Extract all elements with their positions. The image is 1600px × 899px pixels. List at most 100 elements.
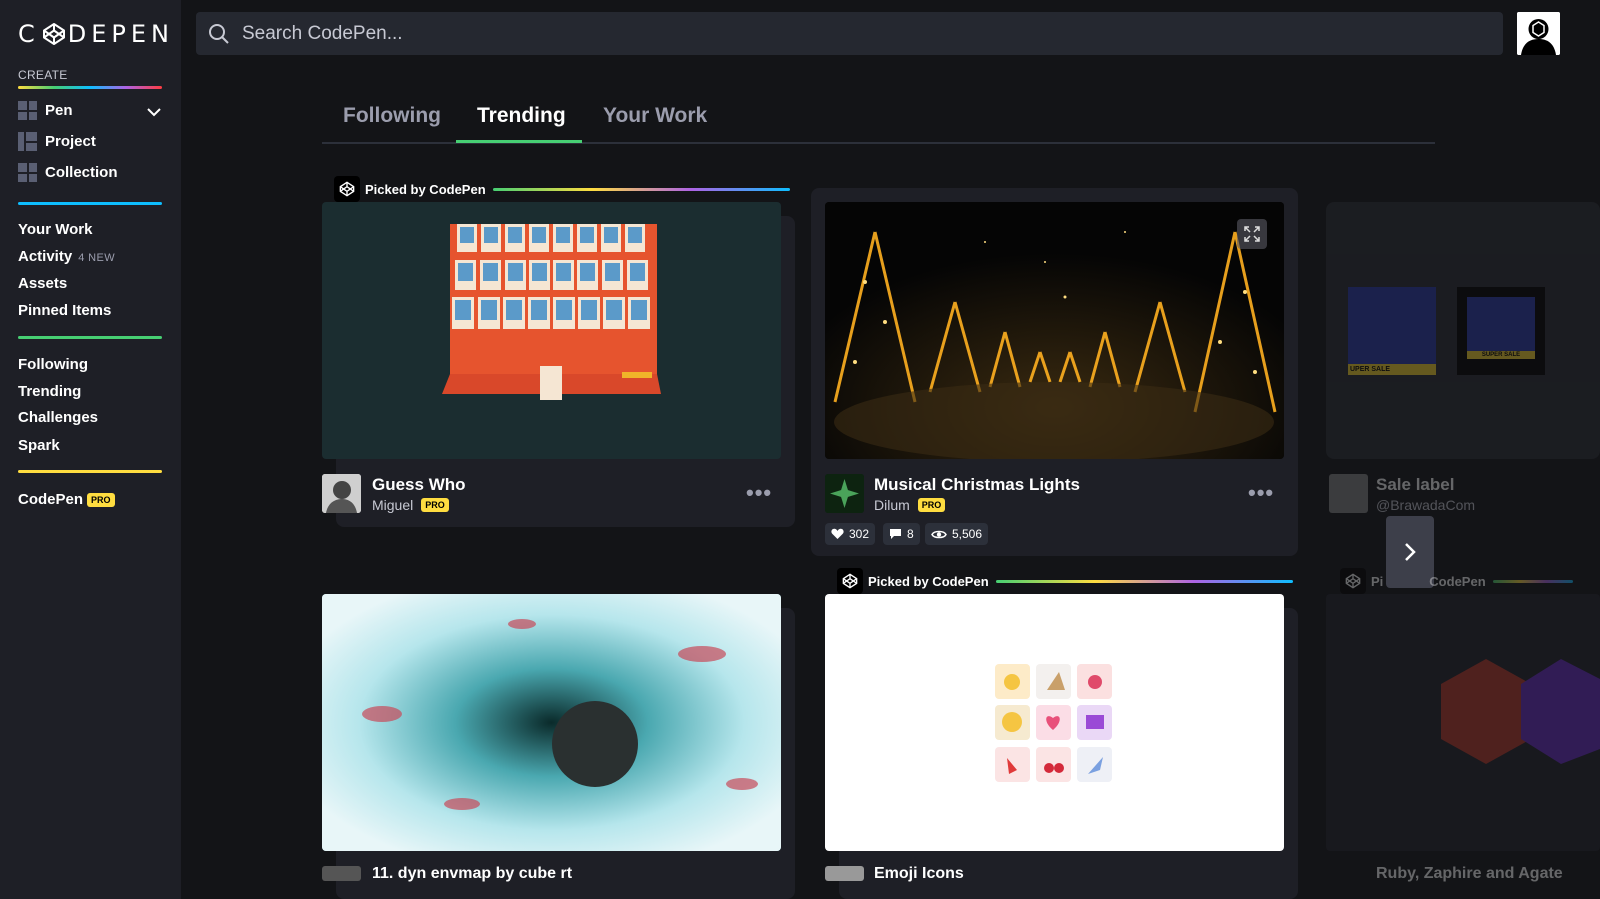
- expand-icon: [1244, 226, 1260, 242]
- sidebar-item-codepen-pro[interactable]: CodePen PRO: [18, 491, 115, 508]
- create-collection-label: Collection: [45, 164, 118, 181]
- card-preview-christmas-lights[interactable]: [825, 202, 1284, 459]
- tab-your-work[interactable]: Your Work: [603, 104, 707, 128]
- sale-preview-label-2: SUPER SALE: [1467, 351, 1535, 359]
- create-separator: [18, 86, 162, 89]
- sidebar-item-challenges[interactable]: Challenges: [18, 409, 98, 426]
- avatar[interactable]: [825, 866, 864, 881]
- collection-grid-icon: [18, 163, 37, 182]
- picked-gradient-line: [995, 579, 1293, 583]
- sale-preview-label-1: UPER SALE: [1348, 364, 1436, 375]
- avatar[interactable]: [322, 474, 361, 513]
- pro-badge: PRO: [421, 498, 449, 512]
- user-avatar-miguel-icon: [322, 474, 361, 513]
- card-preview-emoji-icons[interactable]: [825, 594, 1284, 851]
- card-preview-envmap[interactable]: [322, 594, 781, 851]
- card-title-emoji-icons[interactable]: Emoji Icons: [874, 865, 964, 883]
- pen-grid-icon: [18, 101, 37, 120]
- likes-count: 302: [849, 527, 870, 541]
- search-icon: [209, 23, 229, 44]
- create-project-label: Project: [45, 133, 96, 150]
- codepen-logo[interactable]: C DEPEN: [18, 20, 174, 48]
- active-tab-indicator: [456, 140, 582, 143]
- codepen-hex-icon: [42, 23, 65, 45]
- avatar[interactable]: [1329, 474, 1368, 513]
- expand-button[interactable]: [1237, 219, 1267, 249]
- envmap-tunnel-image: [322, 594, 781, 851]
- avatar[interactable]: [825, 474, 864, 513]
- card-title-guess-who[interactable]: Guess Who: [372, 475, 466, 495]
- card-title-sale-label[interactable]: Sale label: [1376, 475, 1454, 495]
- separator-green: [18, 336, 162, 339]
- comment-icon: [890, 529, 901, 539]
- gems-image: [1441, 659, 1600, 764]
- search-bar[interactable]: [196, 12, 1503, 55]
- user-avatar[interactable]: [1517, 12, 1560, 55]
- tab-following[interactable]: Following: [343, 104, 441, 128]
- views-button[interactable]: 5,506: [925, 523, 989, 545]
- sidebar-item-your-work[interactable]: Your Work: [18, 221, 92, 238]
- create-pen-button[interactable]: Pen: [18, 101, 73, 120]
- sidebar-item-assets[interactable]: Assets: [18, 275, 67, 292]
- picked-label-tail: CodePen: [1429, 573, 1486, 589]
- card-user-brawada[interactable]: @BrawadaCom: [1376, 497, 1475, 513]
- tabs-bar: Following Trending Your Work: [322, 96, 1435, 144]
- pro-badge: PRO: [917, 498, 946, 512]
- codepen-hex-icon: [1340, 568, 1366, 594]
- card-user-dilum[interactable]: Dilum PRO: [874, 497, 946, 513]
- guess-who-board-image: [442, 224, 661, 400]
- picked-label: Picked by CodePen: [365, 181, 486, 197]
- eye-icon: [931, 530, 947, 538]
- project-grid-icon: [18, 132, 37, 151]
- chevron-right-icon: [1405, 543, 1416, 561]
- sale-preview-inner: [1467, 297, 1535, 357]
- picked-label-partial: Pi: [1371, 573, 1384, 589]
- create-project-button[interactable]: Project: [18, 132, 96, 151]
- sidebar-item-pinned-items[interactable]: Pinned Items: [18, 302, 111, 319]
- card-preview-guess-who[interactable]: [322, 202, 781, 459]
- create-label: CREATE: [18, 68, 68, 82]
- sale-preview-block-2: SUPER SALE: [1457, 287, 1545, 375]
- sidebar-item-spark[interactable]: Spark: [18, 437, 60, 454]
- like-button[interactable]: 302: [825, 523, 876, 545]
- comments-button[interactable]: 8: [883, 523, 920, 545]
- heart-icon: [831, 528, 844, 539]
- avatar[interactable]: [322, 866, 361, 881]
- separator-blue: [18, 202, 162, 205]
- sidebar-item-following[interactable]: Following: [18, 356, 88, 373]
- pro-badge: PRO: [87, 493, 115, 508]
- tab-trending[interactable]: Trending: [477, 104, 566, 128]
- sidebar-item-activity[interactable]: Activity 4 NEW: [18, 248, 115, 265]
- search-input[interactable]: [242, 22, 1442, 45]
- sidebar: C DEPEN CREATE Pen Project Collection Yo…: [0, 0, 181, 899]
- picked-by-codepen-badge: Picked by CodePen: [334, 176, 790, 202]
- card-user-miguel[interactable]: Miguel PRO: [372, 497, 449, 513]
- sidebar-item-trending[interactable]: Trending: [18, 383, 81, 400]
- activity-new-badge: 4 NEW: [78, 252, 116, 264]
- picked-by-codepen-badge-partial: Pi CodePen: [1340, 568, 1573, 594]
- picked-label: Picked by CodePen: [868, 573, 989, 589]
- views-count: 5,506: [952, 527, 983, 541]
- more-options-icon[interactable]: •••: [746, 480, 772, 506]
- christmas-trees-image: [825, 202, 1284, 459]
- card-title-ruby-zaphire[interactable]: Ruby, Zaphire and Agate: [1376, 865, 1563, 883]
- create-pen-label: Pen: [45, 102, 73, 119]
- comments-count: 8: [907, 527, 914, 541]
- card-user-name: Miguel: [372, 497, 414, 513]
- user-avatar-dilum-icon: [825, 474, 864, 513]
- separator-yellow: [18, 470, 162, 473]
- create-collection-button[interactable]: Collection: [18, 163, 118, 182]
- card-title-envmap[interactable]: 11. dyn envmap by cube rt: [372, 865, 572, 883]
- codepen-hex-icon: [837, 568, 863, 594]
- more-options-icon[interactable]: •••: [1248, 480, 1274, 506]
- picked-gradient-line: [1492, 579, 1573, 583]
- sale-preview-block-1: UPER SALE: [1348, 287, 1436, 375]
- emoji-grid-image: [995, 664, 1112, 782]
- card-preview-sale-label[interactable]: UPER SALE SUPER SALE: [1326, 202, 1600, 459]
- user-avatar-icon: [1517, 12, 1560, 55]
- card-preview-ruby-zaphire[interactable]: [1326, 594, 1600, 851]
- card-user-name: Dilum: [874, 497, 910, 513]
- chevron-down-icon[interactable]: [146, 104, 162, 120]
- card-title-christmas-lights[interactable]: Musical Christmas Lights: [874, 475, 1080, 495]
- codepen-hex-icon: [334, 176, 360, 202]
